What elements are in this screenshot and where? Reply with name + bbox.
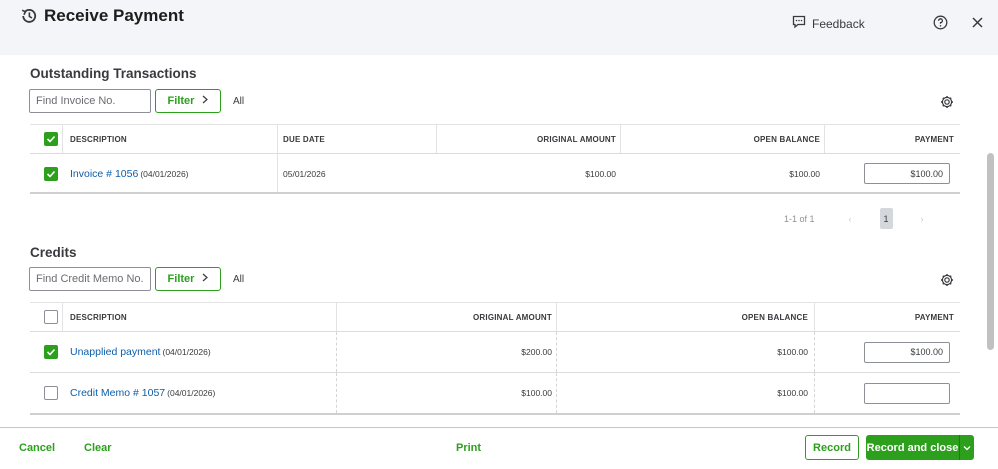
outstanding-transactions-table: DESCRIPTION DUE DATE ORIGINAL AMOUNT OPE…: [30, 124, 960, 194]
select-all-invoices-checkbox[interactable]: [44, 132, 58, 146]
column-header-original-amount[interactable]: ORIGINAL AMOUNT: [436, 125, 616, 153]
check-icon: [46, 348, 56, 356]
column-header-open-balance[interactable]: OPEN BALANCE: [620, 125, 820, 153]
title-area: Receive Payment: [20, 6, 184, 26]
feedback-label: Feedback: [812, 16, 865, 31]
gear-icon[interactable]: [940, 95, 954, 114]
record-and-close-button[interactable]: Record and close: [866, 435, 974, 460]
table-row: Invoice # 1056 (04/01/2026) 05/01/2026 $…: [30, 154, 960, 194]
record-and-close-label: Record and close: [866, 441, 959, 454]
payment-input[interactable]: [864, 163, 950, 184]
due-date: 05/01/2026: [283, 168, 326, 179]
select-all-credits-checkbox[interactable]: [44, 310, 58, 324]
page-number-button[interactable]: 1: [879, 208, 893, 229]
payment-input[interactable]: [864, 382, 950, 404]
original-amount: $100.00: [585, 168, 616, 179]
column-header-payment[interactable]: PAYMENT: [814, 303, 954, 331]
all-filter-label: All: [233, 96, 245, 107]
column-header-open-balance[interactable]: OPEN BALANCE: [556, 303, 808, 331]
table-divider: [30, 413, 960, 415]
column-header-payment[interactable]: PAYMENT: [824, 125, 954, 153]
payment-input[interactable]: [864, 341, 950, 363]
credits-filter-button[interactable]: Filter: [155, 267, 221, 291]
record-button[interactable]: Record: [805, 435, 859, 460]
table-header-row: DESCRIPTION ORIGINAL AMOUNT OPEN BALANCE…: [30, 302, 960, 332]
invoice-link[interactable]: Invoice # 1056: [70, 168, 138, 180]
all-filter-label: All: [233, 274, 245, 285]
column-header-description[interactable]: DESCRIPTION: [70, 303, 127, 331]
invoice-date: (04/01/2026): [140, 168, 189, 179]
original-amount: $100.00: [521, 388, 552, 398]
next-page-button[interactable]: ›: [921, 214, 924, 224]
open-balance: $100.00: [789, 168, 820, 179]
content-scroll-area[interactable]: Outstanding Transactions Filter All: [0, 55, 998, 427]
credit-link[interactable]: Credit Memo # 1057: [70, 387, 165, 399]
column-header-due-date[interactable]: DUE DATE: [283, 125, 325, 153]
table-header-row: DESCRIPTION DUE DATE ORIGINAL AMOUNT OPE…: [30, 124, 960, 154]
filter-label: Filter: [167, 95, 195, 107]
credit-date: (04/01/2026): [162, 347, 211, 357]
table-divider: [30, 192, 960, 194]
record-label: Record: [813, 441, 851, 454]
original-amount: $200.00: [521, 347, 552, 357]
credits-table: DESCRIPTION ORIGINAL AMOUNT OPEN BALANCE…: [30, 302, 960, 414]
column-header-description[interactable]: DESCRIPTION: [70, 125, 127, 153]
row-checkbox[interactable]: [44, 386, 58, 400]
pagination: 1-1 of 1 ‹ 1 ›: [784, 208, 924, 229]
pagination-range: 1-1 of 1: [784, 213, 815, 224]
outstanding-transactions-title: Outstanding Transactions: [30, 66, 197, 81]
gear-icon[interactable]: [940, 273, 954, 292]
chevron-right-icon: [202, 95, 209, 107]
column-header-original-amount[interactable]: ORIGINAL AMOUNT: [336, 303, 552, 331]
history-icon[interactable]: [20, 7, 38, 25]
feedback-button[interactable]: Feedback: [792, 15, 865, 32]
cancel-button[interactable]: Cancel: [19, 442, 55, 454]
credits-title: Credits: [30, 245, 77, 260]
table-row: Unapplied payment (04/01/2026) $200.00 $…: [30, 332, 960, 373]
close-icon[interactable]: [971, 16, 984, 34]
help-icon[interactable]: [933, 15, 948, 35]
find-credit-memo-input[interactable]: [29, 267, 151, 291]
filter-button[interactable]: Filter: [155, 89, 221, 113]
dialog-footer: Cancel Clear Print Record Record and clo…: [0, 427, 998, 469]
page-title: Receive Payment: [44, 6, 184, 25]
credit-link[interactable]: Unapplied payment: [70, 346, 160, 358]
credit-date: (04/01/2026): [167, 388, 216, 398]
previous-page-button[interactable]: ‹: [849, 214, 852, 224]
check-icon: [46, 170, 56, 178]
row-checkbox[interactable]: [44, 166, 58, 181]
open-balance: $100.00: [777, 347, 808, 357]
check-icon: [46, 135, 56, 143]
clear-button[interactable]: Clear: [84, 442, 112, 454]
row-checkbox[interactable]: [44, 345, 58, 359]
filter-label: Filter: [167, 273, 195, 285]
find-invoice-input[interactable]: [29, 89, 151, 113]
dialog-header: Receive Payment Feedback: [0, 0, 998, 55]
receive-payment-dialog: Receive Payment Feedback Outstanding Tra…: [0, 0, 998, 469]
print-button[interactable]: Print: [456, 442, 481, 454]
open-balance: $100.00: [777, 388, 808, 398]
feedback-icon: [792, 15, 812, 32]
chevron-down-icon[interactable]: [960, 445, 974, 451]
chevron-right-icon: [202, 273, 209, 285]
table-row: Credit Memo # 1057 (04/01/2026) $100.00 …: [30, 373, 960, 414]
vertical-scrollbar[interactable]: [987, 153, 994, 350]
